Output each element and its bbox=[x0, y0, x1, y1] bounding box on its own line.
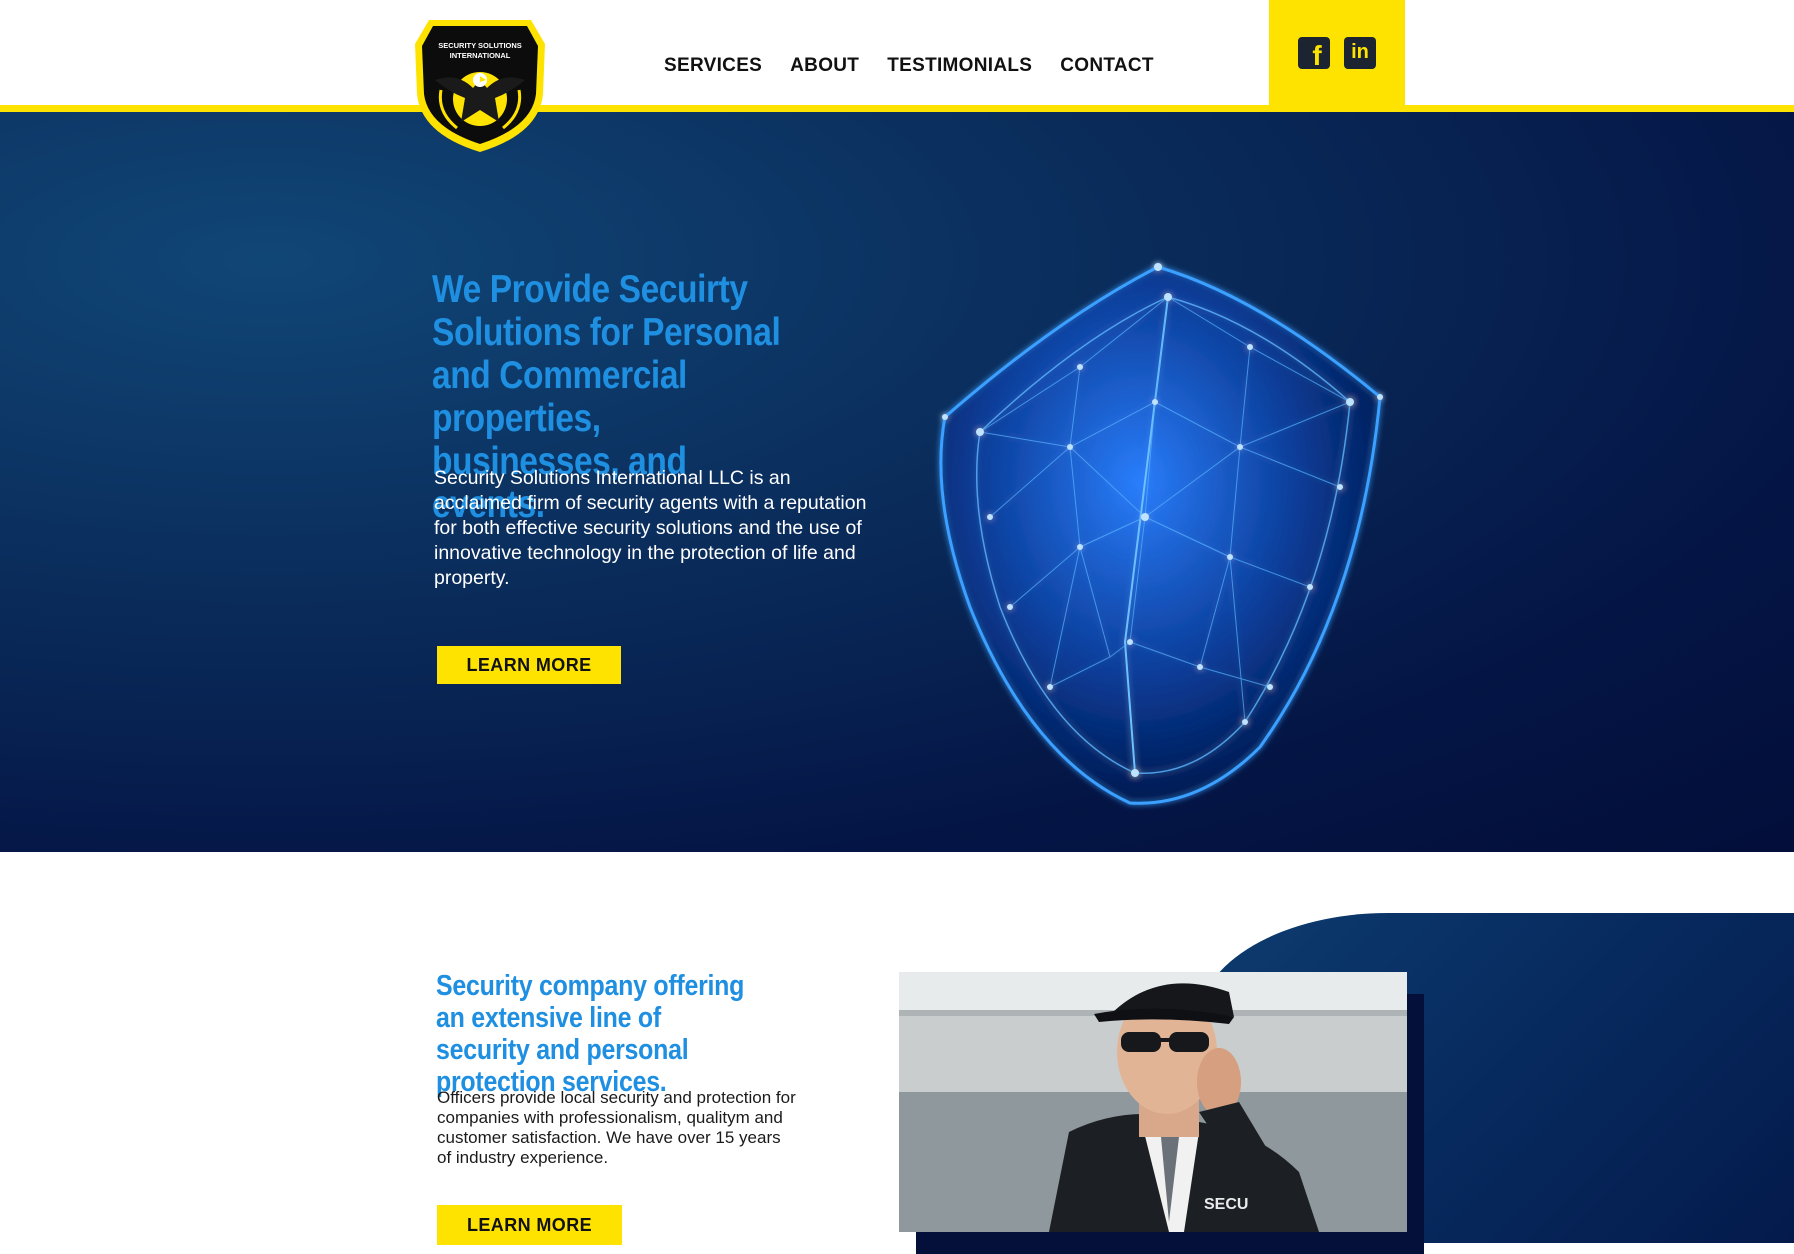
hero-section: We Provide Secuirty Solutions for Person… bbox=[0, 112, 1794, 852]
services-learn-more-button[interactable]: LEARN MORE bbox=[437, 1205, 622, 1245]
services-title: Security company offering an extensive l… bbox=[436, 970, 745, 1098]
facebook-glyph: f bbox=[1312, 39, 1322, 71]
security-officer-photo: SECU bbox=[899, 972, 1407, 1232]
jacket-badge-text: SECU bbox=[1204, 1196, 1248, 1213]
linkedin-glyph: in bbox=[1351, 41, 1369, 63]
nav-item-about[interactable]: ABOUT bbox=[790, 55, 859, 77]
logo-line2: INTERNATIONAL bbox=[450, 51, 511, 60]
company-logo[interactable]: SECURITY SOLUTIONS INTERNATIONAL bbox=[411, 14, 549, 154]
hero-learn-more-button[interactable]: LEARN MORE bbox=[437, 646, 621, 684]
facebook-icon[interactable]: f bbox=[1298, 36, 1330, 71]
security-officer-image: SECU bbox=[899, 972, 1407, 1232]
nav-item-contact[interactable]: CONTACT bbox=[1060, 55, 1154, 77]
services-description: Officers provide local security and prot… bbox=[437, 1088, 796, 1167]
nav-item-testimonials[interactable]: TESTIMONIALS bbox=[887, 55, 1032, 77]
site-header: SERVICES ABOUT TESTIMONIALS CONTACT f in bbox=[0, 0, 1794, 112]
nav-item-services[interactable]: SERVICES bbox=[664, 55, 762, 77]
main-nav: SERVICES ABOUT TESTIMONIALS CONTACT bbox=[664, 55, 1154, 77]
linkedin-icon[interactable]: in bbox=[1344, 36, 1376, 69]
social-links: f in bbox=[1269, 0, 1405, 105]
hero-description: Security Solutions International LLC is … bbox=[434, 467, 867, 589]
logo-line1: SECURITY SOLUTIONS bbox=[438, 41, 522, 50]
digital-shield-illustration bbox=[939, 263, 1383, 805]
